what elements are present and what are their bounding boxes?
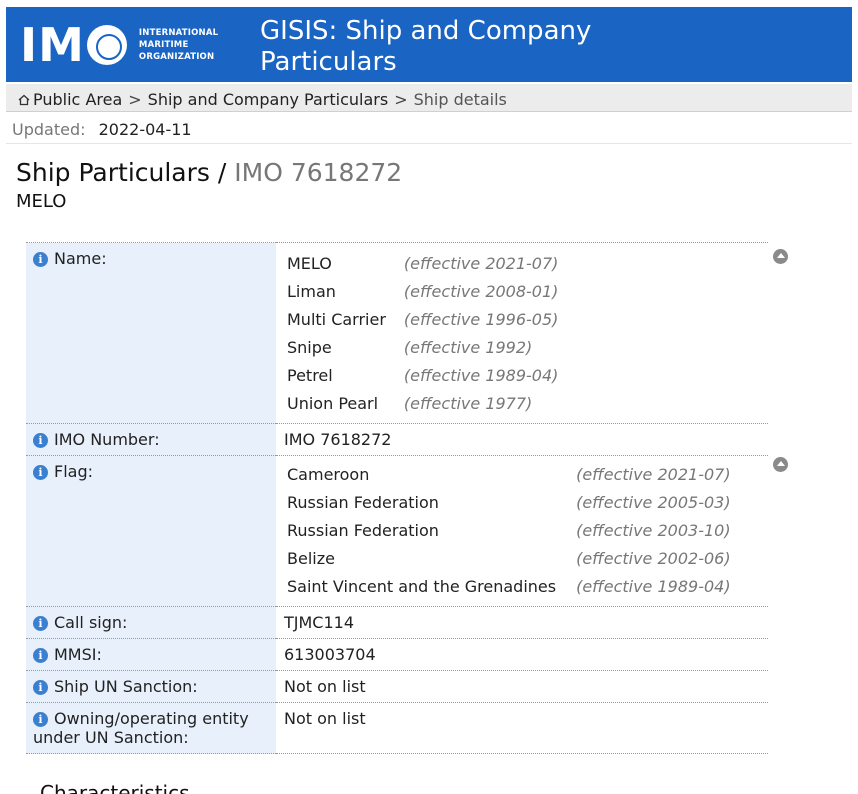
label-cell: i Owning/operating entity under UN Sancti… [26, 702, 276, 754]
row-mmsi: i MMSI: 613003704 [26, 638, 768, 671]
row-imo-number: i IMO Number: IMO 7618272 [26, 423, 768, 456]
breadcrumb-home-link[interactable]: Public Area [33, 90, 122, 109]
history-value: Union Pearl [287, 393, 379, 413]
history-row: Russian Federation (effective 2003-10) [284, 516, 731, 544]
history-value: Russian Federation [287, 492, 439, 512]
breadcrumb-separator: > [394, 90, 408, 109]
info-icon[interactable]: i [33, 616, 48, 631]
history-effective: (effective 2002-06) [576, 548, 731, 568]
mmsi-value: 613003704 [276, 638, 768, 671]
label-cell: i Name: [26, 242, 276, 424]
breadcrumb-current: Ship details [413, 90, 507, 109]
history-value: Belize [287, 548, 335, 568]
history-row: Union Pearl (effective 1977) [284, 389, 558, 417]
history-effective: (effective 2021-07) [403, 253, 559, 273]
label-cell: i Call sign: [26, 606, 276, 639]
value-cell: MELO (effective 2021-07) Liman (effective … [276, 242, 768, 424]
page-title-text: Ship Particulars / [16, 158, 227, 187]
history-row: Liman (effective 2008-01) [284, 277, 558, 305]
history-value: Cameroon [287, 464, 370, 484]
row-ship-un-sanction: i Ship UN Sanction: Not on list [26, 670, 768, 703]
info-icon[interactable]: i [33, 465, 48, 480]
flag-label: Flag: [54, 462, 93, 481]
flag-history: Cameroon (effective 2021-07) Russian Fede… [284, 460, 731, 600]
logo-letter-i: I [20, 18, 39, 72]
info-icon[interactable]: i [33, 252, 48, 267]
row-name: i Name: MELO (effective 2021-07) Liman (eff… [26, 242, 768, 424]
page-title-imo: IMO 7618272 [234, 158, 403, 187]
info-icon[interactable]: i [33, 680, 48, 695]
collapse-name-history-icon[interactable] [773, 249, 788, 264]
history-value: Russian Federation [287, 520, 439, 540]
history-value: Multi Carrier [287, 309, 386, 329]
label-cell: i Flag: [26, 455, 276, 607]
history-effective: (effective 1992) [403, 337, 533, 357]
history-row: Belize (effective 2002-06) [284, 544, 731, 572]
collapse-flag-history-icon[interactable] [773, 457, 788, 472]
imo-emblem-icon [86, 25, 127, 65]
history-effective: (effective 2005-03) [576, 492, 731, 512]
label-cell: i IMO Number: [26, 423, 276, 456]
ship-un-sanction-label: Ship UN Sanction: [54, 677, 198, 696]
updated-info: Updated: 2022-04-11 [12, 120, 200, 139]
info-icon[interactable]: i [33, 433, 48, 448]
app-title: GISIS: Ship and Company Particulars [260, 16, 592, 77]
row-entity-un-sanction: i Owning/operating entity under UN Sancti… [26, 702, 768, 754]
info-icon[interactable]: i [33, 712, 48, 727]
history-value: Liman [287, 281, 336, 301]
breadcrumb: Public Area > Ship and Company Particula… [6, 84, 852, 112]
ship-un-sanction-value: Not on list [276, 670, 768, 703]
row-call-sign: i Call sign: TJMC114 [26, 606, 768, 639]
mmsi-label: MMSI: [54, 645, 102, 664]
history-row: Cameroon (effective 2021-07) [284, 460, 731, 488]
breadcrumb-ship-company-link[interactable]: Ship and Company Particulars [148, 90, 389, 109]
history-row: Russian Federation (effective 2005-03) [284, 488, 731, 516]
page-title: Ship Particulars / IMO 7618272 [16, 158, 402, 187]
row-flag: i Flag: Cameroon (effective 2021-07) Russi… [26, 455, 768, 607]
history-value: Saint Vincent and the Grenadines [287, 576, 557, 596]
home-icon [18, 94, 30, 105]
history-effective: (effective 2008-01) [403, 281, 559, 301]
history-effective: (effective 2021-07) [576, 464, 731, 484]
name-label: Name: [54, 249, 107, 268]
history-row: Petrel (effective 1989-04) [284, 361, 558, 389]
ship-name-subtitle: MELO [16, 191, 67, 212]
history-effective: (effective 1977) [403, 393, 533, 413]
imo-number-label: IMO Number: [54, 430, 160, 449]
info-icon[interactable]: i [33, 648, 48, 663]
history-value: MELO [287, 253, 332, 273]
call-sign-value: TJMC114 [276, 606, 768, 639]
imo-number-value: IMO 7618272 [276, 423, 768, 456]
label-cell: i Ship UN Sanction: [26, 670, 276, 703]
history-row: Snipe (effective 1992) [284, 333, 558, 361]
breadcrumb-separator: > [128, 90, 142, 109]
call-sign-label: Call sign: [54, 613, 128, 632]
history-row: Multi Carrier (effective 1996-05) [284, 305, 558, 333]
divider [6, 143, 852, 144]
name-history: MELO (effective 2021-07) Liman (effective … [284, 249, 558, 417]
value-cell: Cameroon (effective 2021-07) Russian Fede… [276, 455, 768, 607]
updated-date: 2022-04-11 [98, 120, 192, 139]
history-value: Snipe [287, 337, 332, 357]
characteristics-heading[interactable]: Characteristics [40, 781, 190, 794]
entity-un-sanction-label: Owning/operating entity under UN Sanctio… [33, 709, 249, 747]
imo-logo[interactable]: IM INTERNATIONAL MARITIME ORGANIZATION [20, 19, 218, 71]
label-cell: i MMSI: [26, 638, 276, 671]
history-value: Petrel [287, 365, 333, 385]
history-row: Saint Vincent and the Grenadines (effecti… [284, 572, 731, 600]
logo-org-name: INTERNATIONAL MARITIME ORGANIZATION [138, 28, 219, 62]
history-effective: (effective 1996-05) [403, 309, 559, 329]
ship-particulars-table: i Name: MELO (effective 2021-07) Liman (eff… [26, 242, 768, 754]
history-effective: (effective 2003-10) [576, 520, 731, 540]
updated-label: Updated: [12, 120, 86, 139]
history-effective: (effective 1989-04) [576, 576, 731, 596]
history-row: MELO (effective 2021-07) [284, 249, 558, 277]
site-header: IM INTERNATIONAL MARITIME ORGANIZATION G… [6, 7, 852, 82]
entity-un-sanction-value: Not on list [276, 702, 768, 754]
history-effective: (effective 1989-04) [403, 365, 559, 385]
logo-letter-m: M [38, 18, 85, 72]
